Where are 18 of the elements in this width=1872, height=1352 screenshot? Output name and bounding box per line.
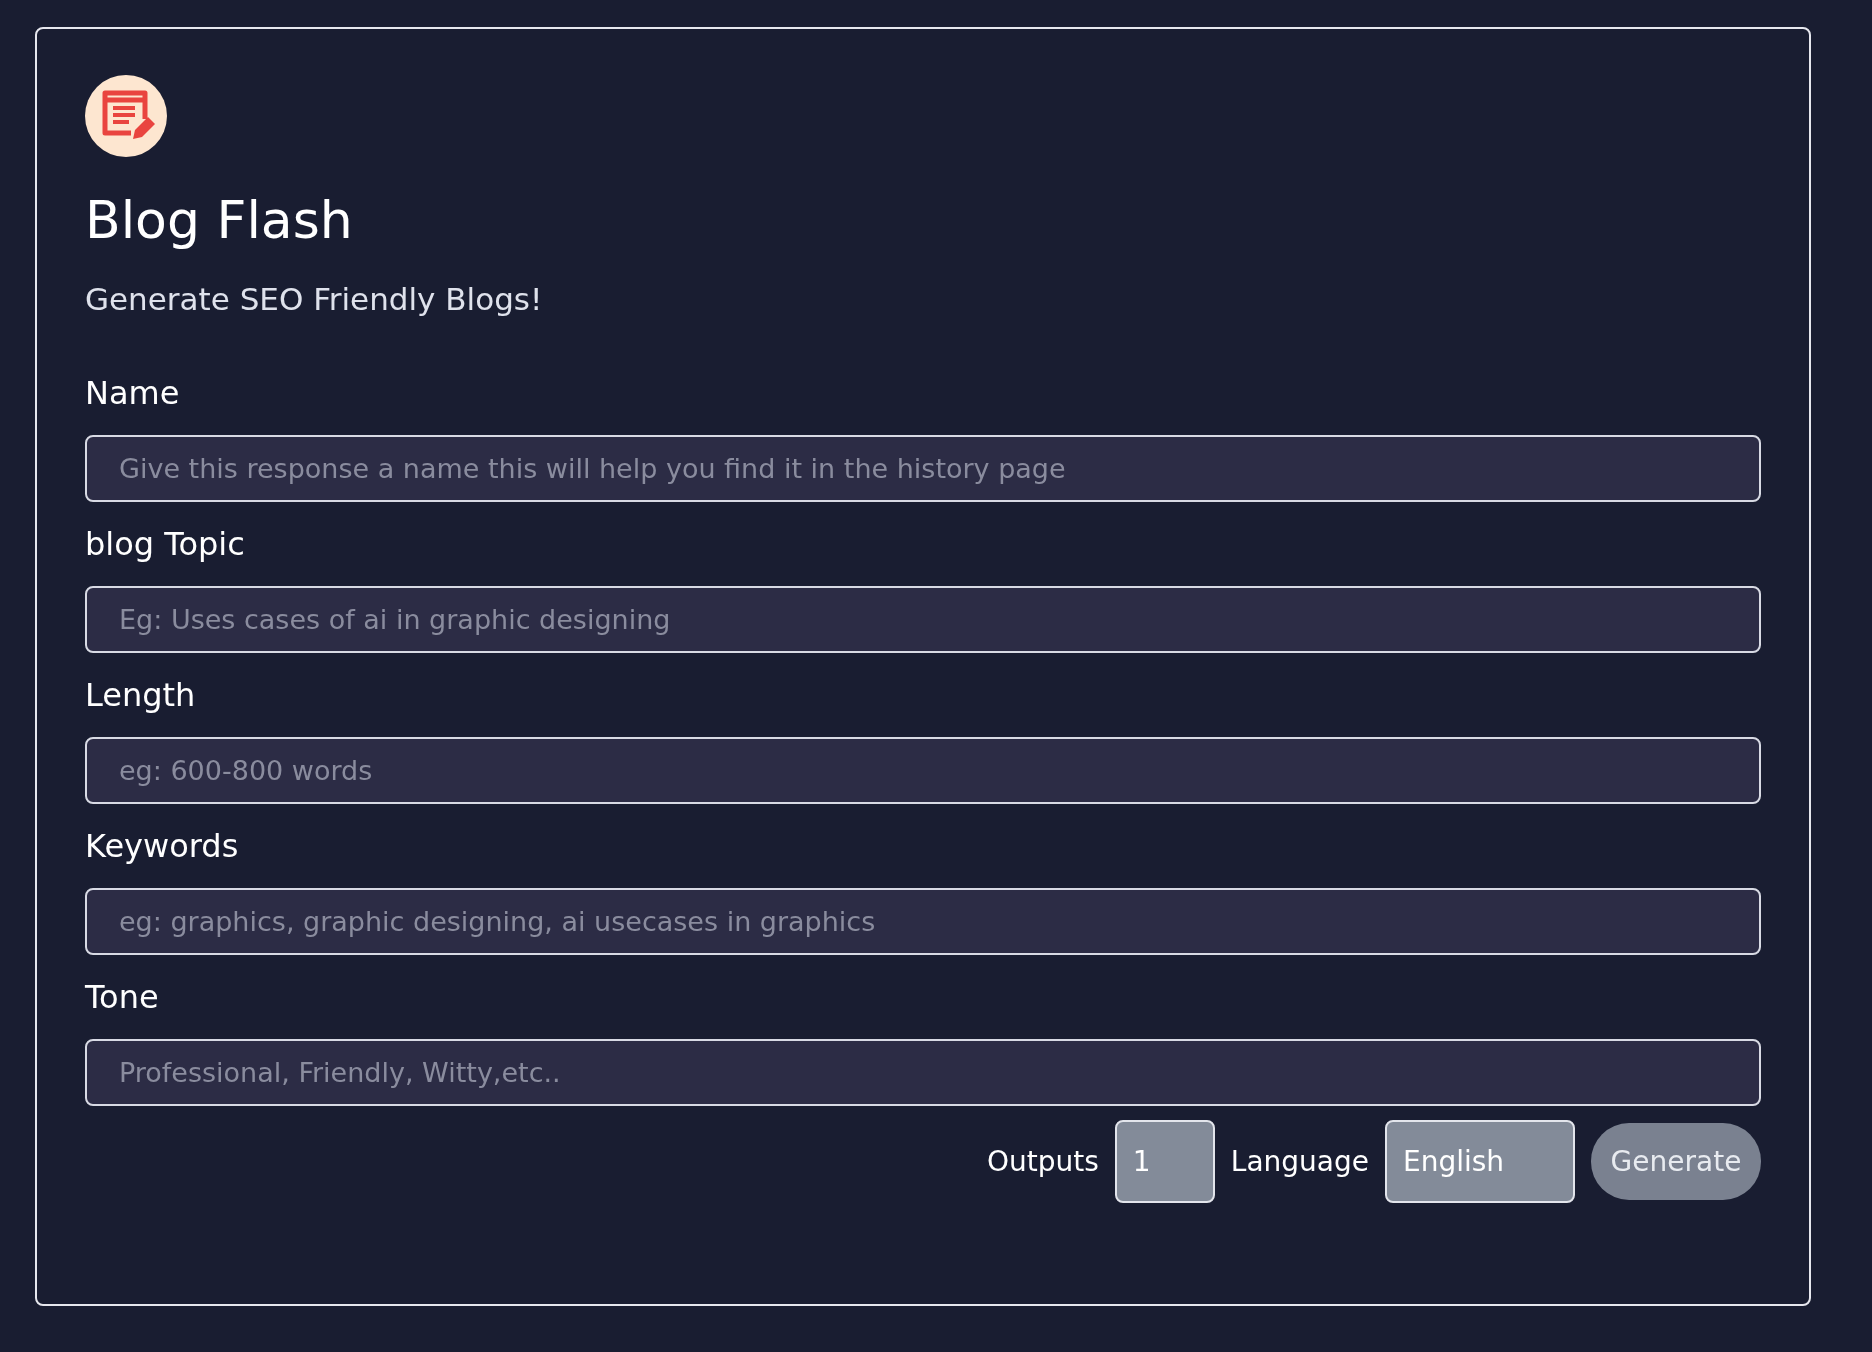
outputs-field[interactable]: 1 bbox=[1114, 1120, 1215, 1203]
field-label: blog Topic bbox=[85, 524, 246, 565]
text-field[interactable]: Give this response a name this will help you find it in the history page bbox=[85, 435, 1761, 502]
text-field[interactable]: eg: 600-800 words bbox=[85, 737, 1761, 804]
text-field[interactable]: eg: graphics, graphic designing, ai usecases in graphics bbox=[85, 888, 1761, 955]
generate-button[interactable]: Generate bbox=[1591, 1123, 1761, 1200]
document-edit-icon bbox=[85, 75, 167, 157]
field-label: Length bbox=[85, 675, 197, 716]
field-label: Keywords bbox=[85, 826, 240, 867]
outputs-label: Outputs bbox=[986, 1145, 1099, 1178]
field-label: Tone bbox=[85, 977, 160, 1018]
language-field[interactable]: English bbox=[1385, 1120, 1575, 1203]
app-subtitle: Generate SEO Friendly Blogs! bbox=[85, 280, 544, 319]
language-label: Language bbox=[1230, 1145, 1369, 1178]
app-title: Blog Flash bbox=[85, 189, 354, 252]
text-field[interactable]: Professional, Friendly, Witty,etc.. bbox=[85, 1039, 1761, 1106]
field-label: Name bbox=[85, 373, 181, 414]
text-field[interactable]: Eg: Uses cases of ai in graphic designing bbox=[85, 586, 1761, 653]
